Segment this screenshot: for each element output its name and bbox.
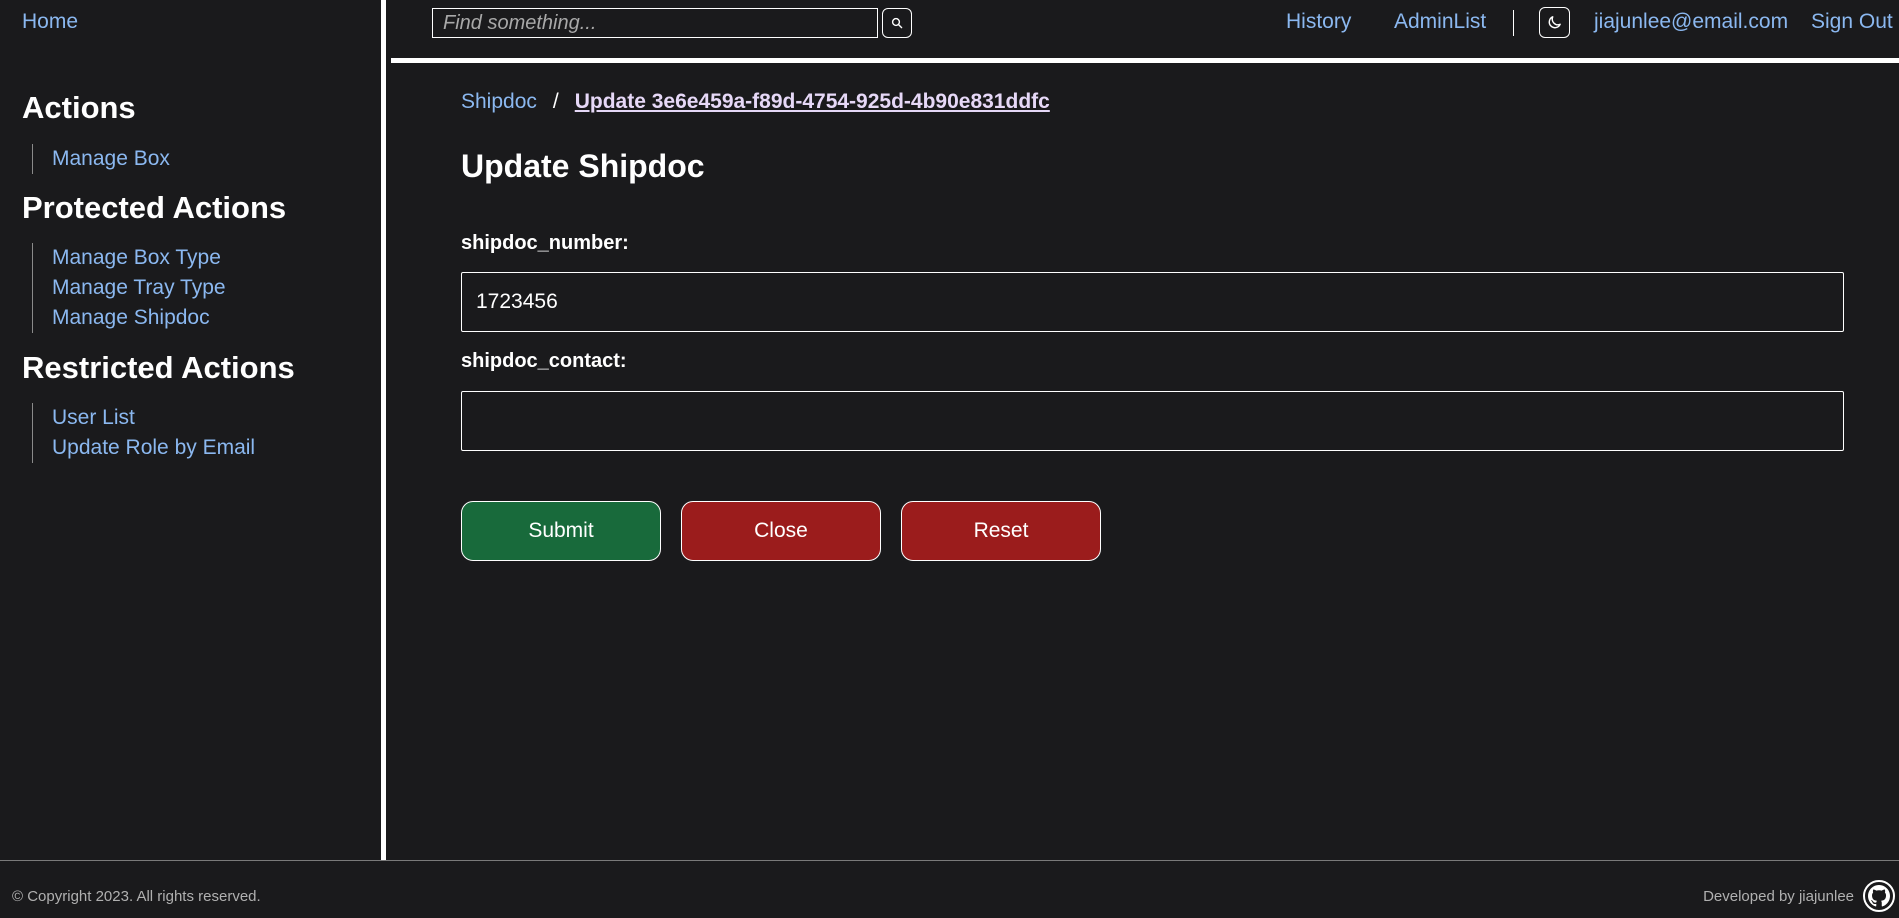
shipdoc-number-input[interactable]: [461, 272, 1844, 332]
shipdoc-contact-label: shipdoc_contact:: [461, 350, 627, 372]
breadcrumb-shipdoc-link[interactable]: Shipdoc: [461, 90, 537, 114]
submit-button[interactable]: Submit: [461, 501, 661, 561]
main-content: Shipdoc / Update 3e6e459a-f89d-4754-925d…: [391, 68, 1899, 860]
theme-toggle-button[interactable]: [1539, 7, 1570, 38]
sidebar: Home Actions Manage Box Protected Action…: [0, 0, 386, 860]
header-divider: [1513, 10, 1514, 36]
top-header: History AdminList jiajunlee@email.com Si…: [391, 0, 1899, 63]
sidebar-item-user-list[interactable]: User List: [52, 403, 255, 433]
protected-actions-group: Manage Box Type Manage Tray Type Manage …: [32, 243, 226, 333]
search-icon: [891, 17, 903, 29]
breadcrumb-current[interactable]: Update 3e6e459a-f89d-4754-925d-4b90e831d…: [575, 90, 1050, 114]
reset-button[interactable]: Reset: [901, 501, 1101, 561]
sidebar-item-update-role-by-email[interactable]: Update Role by Email: [52, 433, 255, 463]
sidebar-item-manage-box[interactable]: Manage Box: [52, 144, 170, 174]
restricted-actions-group: User List Update Role by Email: [32, 403, 255, 463]
search-input[interactable]: [432, 8, 878, 38]
shipdoc-number-label: shipdoc_number:: [461, 232, 629, 254]
user-email-link[interactable]: jiajunlee@email.com: [1594, 10, 1788, 34]
history-link[interactable]: History: [1286, 10, 1351, 34]
copyright-text: © Copyright 2023. All rights reserved.: [12, 888, 261, 905]
github-link[interactable]: [1863, 880, 1895, 912]
footer: © Copyright 2023. All rights reserved. D…: [0, 860, 1899, 918]
sidebar-item-manage-box-type[interactable]: Manage Box Type: [52, 243, 226, 273]
sidebar-item-manage-shipdoc[interactable]: Manage Shipdoc: [52, 303, 226, 333]
shipdoc-contact-input[interactable]: [461, 391, 1844, 451]
section-title-actions: Actions: [22, 90, 136, 125]
sign-out-link[interactable]: Sign Out: [1811, 10, 1893, 34]
section-title-protected-actions: Protected Actions: [22, 190, 287, 225]
moon-icon: [1548, 16, 1561, 29]
breadcrumb-separator: /: [552, 90, 559, 113]
section-title-restricted-actions: Restricted Actions: [22, 350, 295, 385]
github-icon: [1868, 885, 1890, 907]
home-link[interactable]: Home: [22, 10, 78, 34]
search-button[interactable]: [882, 8, 912, 38]
developer-credit: Developed by jiajunlee: [1703, 888, 1854, 905]
sidebar-item-manage-tray-type[interactable]: Manage Tray Type: [52, 273, 226, 303]
breadcrumb: Shipdoc / Update 3e6e459a-f89d-4754-925d…: [461, 90, 1050, 114]
admin-list-link[interactable]: AdminList: [1394, 10, 1486, 34]
page-title: Update Shipdoc: [461, 148, 705, 184]
close-button[interactable]: Close: [681, 501, 881, 561]
actions-group: Manage Box: [32, 144, 170, 174]
